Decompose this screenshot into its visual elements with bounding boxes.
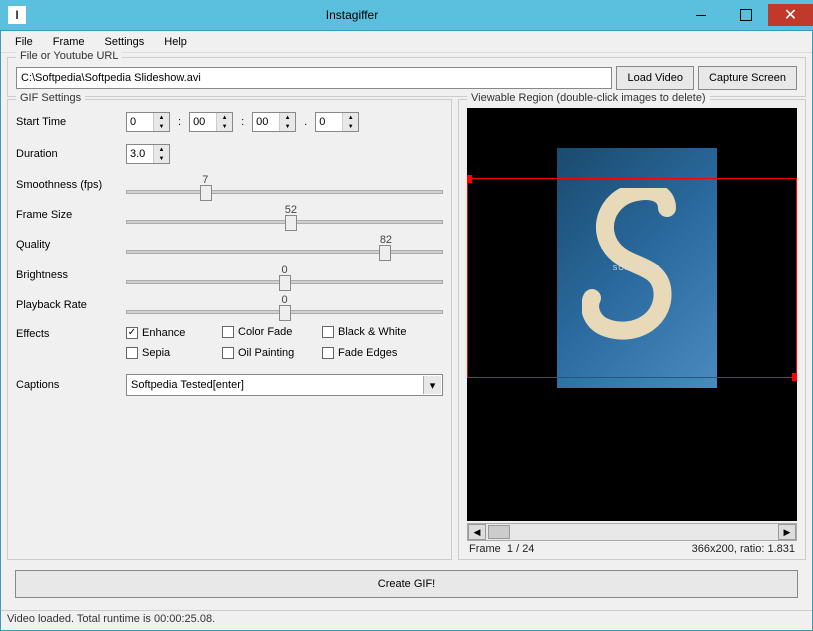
app-window: I Instagiffer ✕ File Frame Settings Help…	[0, 0, 813, 631]
quality-row: Quality 82	[16, 236, 443, 254]
smoothness-slider[interactable]: 7	[126, 176, 443, 194]
smoothness-row: Smoothness (fps) 7	[16, 176, 443, 194]
start-time-ms-input[interactable]	[316, 113, 342, 131]
start-time-ms[interactable]: ▲▼	[315, 112, 359, 132]
effects-row-2: Sepia Oil Painting Fade Edges	[16, 347, 443, 362]
captions-combo[interactable]: Softpedia Tested[enter] ▾	[126, 374, 443, 396]
frame-size-label: Frame Size	[16, 209, 126, 221]
frame-dimensions: 366x200, ratio: 1.831	[692, 543, 795, 555]
url-groupbox: File or Youtube URL Load Video Capture S…	[7, 57, 806, 97]
effects-row-1: Effects ✓Enhance Color Fade Black & Whit…	[16, 326, 443, 341]
enhance-checkbox[interactable]: ✓Enhance	[126, 327, 185, 339]
start-time-minutes[interactable]: ▲▼	[189, 112, 233, 132]
capture-screen-button[interactable]: Capture Screen	[698, 66, 797, 90]
frame-size-row: Frame Size 52	[16, 206, 443, 224]
window-title: Instagiffer	[26, 8, 678, 22]
bw-checkbox[interactable]: Black & White	[322, 326, 406, 338]
scroll-right-button[interactable]: ▶	[778, 524, 796, 540]
color-fade-checkbox-label: Color Fade	[238, 326, 292, 338]
start-time-seconds-input[interactable]	[253, 113, 279, 131]
menu-file[interactable]: File	[5, 34, 43, 50]
preview-canvas[interactable]: SOFTPEDIA	[467, 108, 797, 521]
quality-label: Quality	[16, 239, 126, 251]
quality-slider[interactable]: 82	[126, 236, 443, 254]
viewable-region-legend: Viewable Region (double-click images to …	[467, 92, 710, 104]
viewable-region-groupbox: Viewable Region (double-click images to …	[458, 99, 806, 560]
playback-slider[interactable]: 0	[126, 296, 443, 314]
playback-label: Playback Rate	[16, 299, 126, 311]
url-group-legend: File or Youtube URL	[16, 50, 122, 62]
selection-handle-br[interactable]	[792, 373, 797, 381]
preview-scrollbar[interactable]: ◀ ▶	[467, 523, 797, 541]
oil-checkbox-label: Oil Painting	[238, 347, 294, 359]
create-gif-button[interactable]: Create GIF!	[15, 570, 798, 598]
smoothness-thumb[interactable]	[200, 185, 212, 201]
minimize-button[interactable]	[678, 4, 723, 26]
playback-thumb[interactable]	[279, 305, 291, 321]
frame-size-slider[interactable]: 52	[126, 206, 443, 224]
captions-value: Softpedia Tested[enter]	[131, 379, 244, 391]
captions-row: Captions Softpedia Tested[enter] ▾	[16, 374, 443, 396]
url-input[interactable]	[16, 67, 612, 89]
duration-spinner[interactable]: ▲▼	[126, 144, 170, 164]
duration-row: Duration ▲▼	[16, 144, 443, 164]
sepia-checkbox[interactable]: Sepia	[126, 347, 170, 359]
color-fade-checkbox[interactable]: Color Fade	[222, 326, 292, 338]
fade-edges-checkbox-label: Fade Edges	[338, 347, 397, 359]
menu-settings[interactable]: Settings	[95, 34, 155, 50]
start-time-minutes-input[interactable]	[190, 113, 216, 131]
enhance-checkbox-label: Enhance	[142, 327, 185, 339]
frame-size-thumb[interactable]	[285, 215, 297, 231]
app-icon: I	[8, 6, 26, 24]
titlebar: I Instagiffer ✕	[0, 0, 813, 30]
smoothness-label: Smoothness (fps)	[16, 179, 126, 191]
scroll-left-button[interactable]: ◀	[468, 524, 486, 540]
start-time-label: Start Time	[16, 116, 126, 128]
sepia-checkbox-label: Sepia	[142, 347, 170, 359]
fade-edges-checkbox[interactable]: Fade Edges	[322, 347, 397, 359]
brightness-slider[interactable]: 0	[126, 266, 443, 284]
oil-checkbox[interactable]: Oil Painting	[222, 347, 294, 359]
duration-input[interactable]	[127, 145, 153, 163]
gif-settings-legend: GIF Settings	[16, 92, 85, 104]
quality-thumb[interactable]	[379, 245, 391, 261]
start-time-row: Start Time ▲▼ : ▲▼ : ▲▼ . ▲▼	[16, 112, 443, 132]
scroll-thumb[interactable]	[488, 525, 510, 539]
start-time-hours-input[interactable]	[127, 113, 153, 131]
menubar: File Frame Settings Help	[1, 31, 812, 53]
statusbar: Video loaded. Total runtime is 00:00:25.…	[1, 610, 812, 630]
start-time-seconds[interactable]: ▲▼	[252, 112, 296, 132]
captions-label: Captions	[16, 379, 126, 391]
selection-handle-tl[interactable]	[467, 175, 472, 183]
menu-help[interactable]: Help	[154, 34, 197, 50]
chevron-down-icon[interactable]: ▾	[423, 376, 441, 394]
selection-rectangle[interactable]	[467, 178, 797, 378]
load-video-button[interactable]: Load Video	[616, 66, 693, 90]
bw-checkbox-label: Black & White	[338, 326, 406, 338]
close-button[interactable]: ✕	[768, 4, 813, 26]
duration-label: Duration	[16, 148, 126, 160]
playback-row: Playback Rate 0	[16, 296, 443, 314]
brightness-label: Brightness	[16, 269, 126, 281]
menu-frame[interactable]: Frame	[43, 34, 95, 50]
gif-settings-groupbox: GIF Settings Start Time ▲▼ : ▲▼ : ▲▼ . ▲…	[7, 99, 452, 560]
maximize-button[interactable]	[723, 4, 768, 26]
start-time-hours[interactable]: ▲▼	[126, 112, 170, 132]
brightness-row: Brightness 0	[16, 266, 443, 284]
effects-label: Effects	[16, 328, 126, 340]
frame-counter: Frame 1 / 24	[469, 543, 534, 555]
brightness-thumb[interactable]	[279, 275, 291, 291]
